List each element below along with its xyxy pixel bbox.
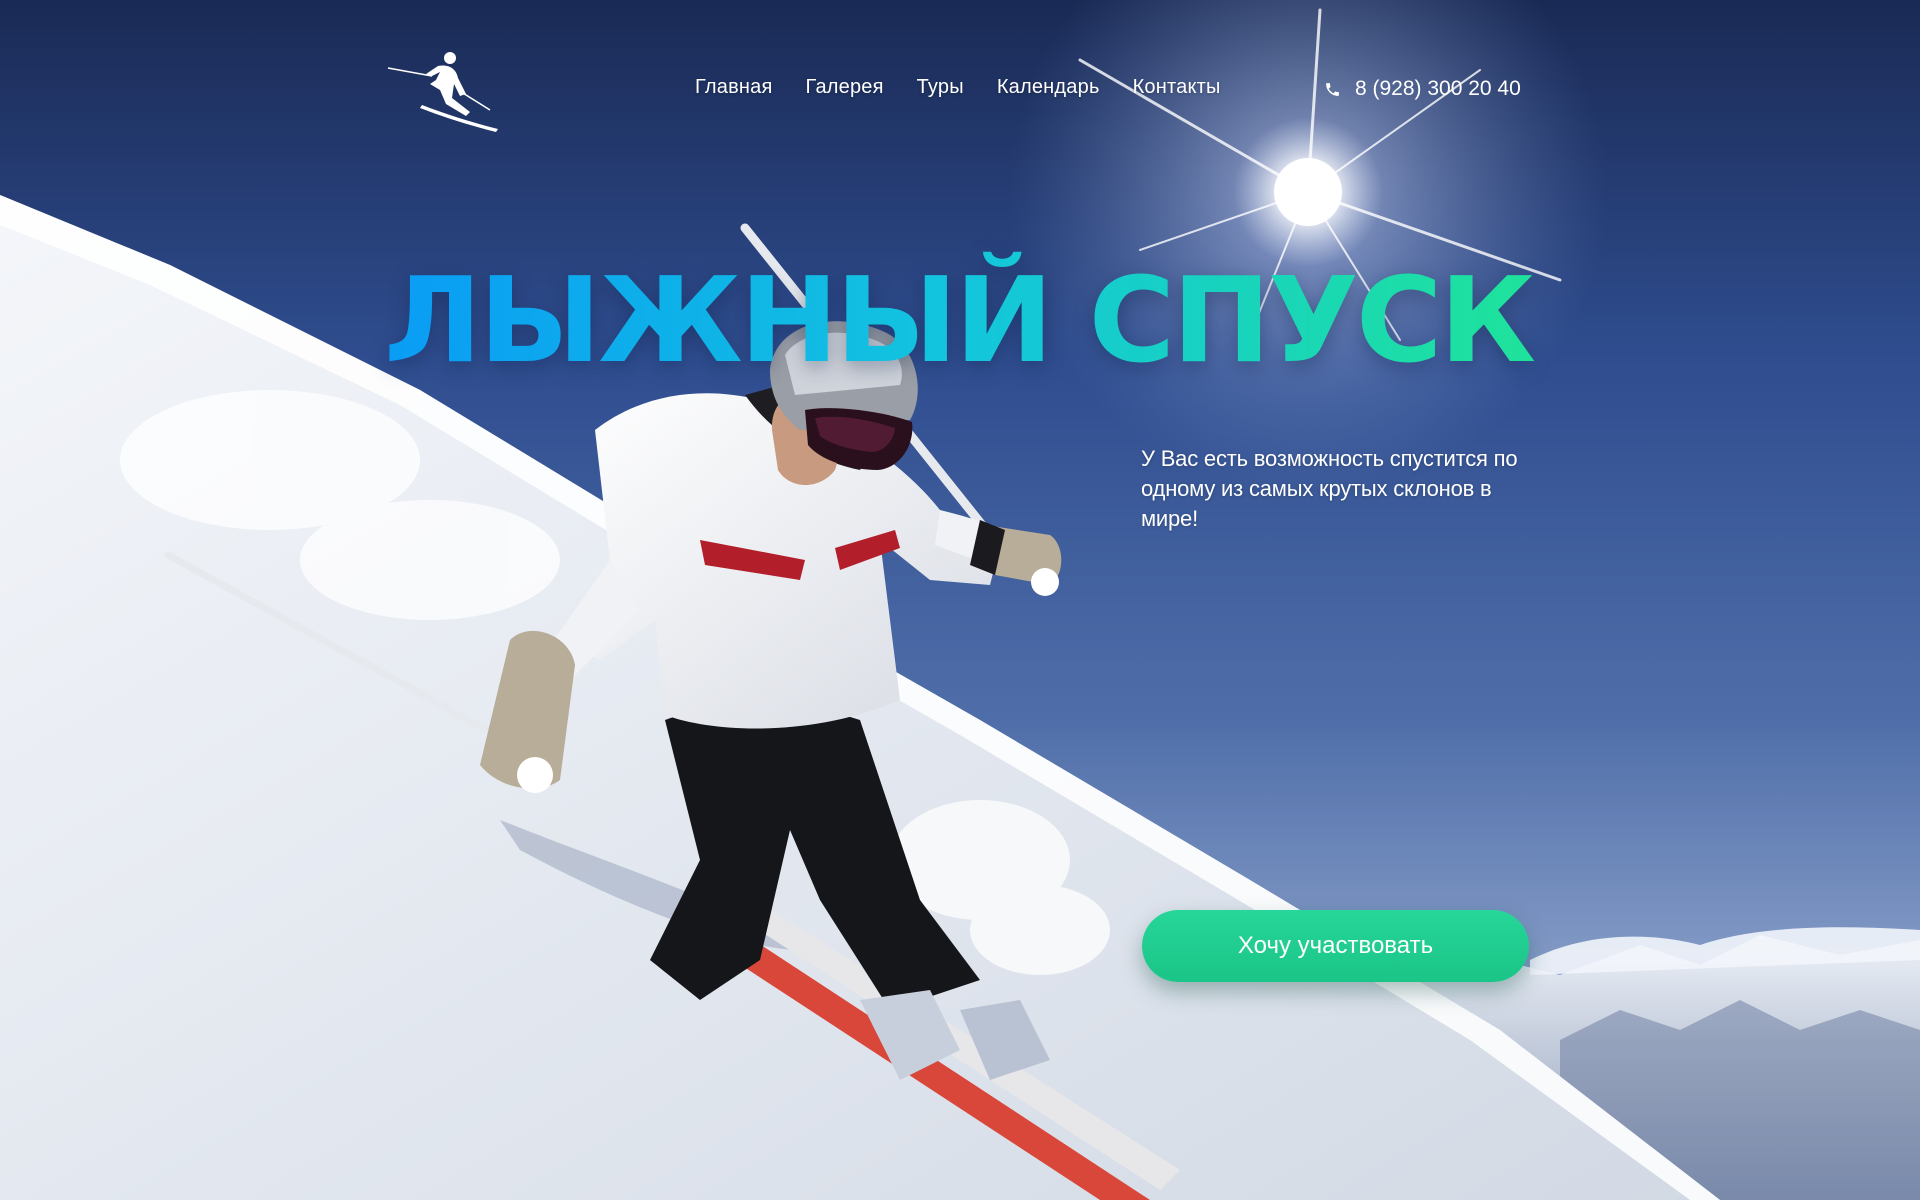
nav-item-gallery[interactable]: Галерея: [806, 76, 884, 99]
nav-item-calendar[interactable]: Календарь: [997, 76, 1100, 99]
main-nav: Главная Галерея Туры Календарь Контакты: [695, 76, 1221, 99]
hero-description: У Вас есть возможность спустится по одно…: [1141, 446, 1518, 531]
participate-button[interactable]: Хочу участвовать: [1142, 910, 1529, 982]
skier-on-slope-photo: [0, 0, 1920, 1200]
nav-item-home[interactable]: Главная: [695, 76, 773, 99]
phone-link[interactable]: 8 (928) 300 20 40: [1324, 77, 1521, 101]
phone-icon: [1326, 82, 1339, 96]
hero-title: ЛЫЖНЫЙ СПУСК: [384, 251, 1536, 389]
nav-item-tours[interactable]: Туры: [917, 76, 964, 99]
landing-page: Главная Галерея Туры Календарь Контакты …: [0, 0, 1920, 1200]
skier-logo-icon[interactable]: [386, 50, 501, 135]
phone-number: 8 (928) 300 20 40: [1355, 77, 1521, 100]
nav-item-contacts[interactable]: Контакты: [1133, 76, 1221, 99]
